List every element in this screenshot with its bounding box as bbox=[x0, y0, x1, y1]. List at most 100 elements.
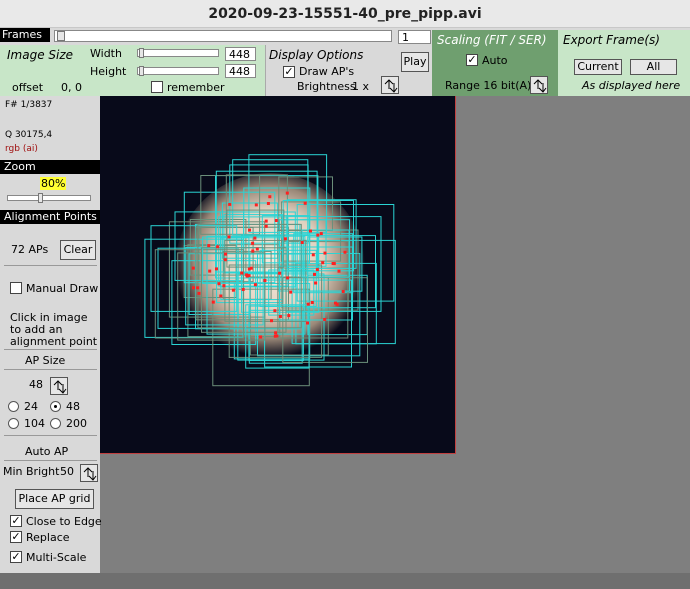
ap-point bbox=[300, 241, 304, 244]
remember-label: remember bbox=[167, 81, 225, 94]
brightness-spinner[interactable] bbox=[381, 76, 399, 94]
ap-point bbox=[231, 288, 235, 292]
place-ap-grid-button[interactable]: Place AP grid bbox=[15, 489, 94, 509]
ap-size-option-24: 24 bbox=[24, 400, 38, 413]
updown-arrows-icon bbox=[533, 79, 547, 93]
width-slider[interactable] bbox=[137, 48, 219, 58]
image-size-title: Image Size bbox=[7, 48, 74, 62]
min-bright-label: Min Bright bbox=[3, 465, 60, 478]
ap-point bbox=[337, 269, 341, 273]
ap-point bbox=[275, 334, 279, 338]
frames-slider-thumb[interactable] bbox=[57, 31, 65, 41]
ap-point bbox=[306, 302, 310, 306]
quality-value: Q 30175,4 bbox=[5, 130, 53, 140]
min-bright-spinner[interactable] bbox=[80, 464, 98, 482]
scaling-auto-checkbox[interactable]: ✓ bbox=[466, 54, 478, 66]
replace-checkbox[interactable]: ✓ bbox=[10, 531, 22, 543]
close-to-edge-label: Close to Edge bbox=[26, 515, 102, 528]
height-slider-thumb[interactable] bbox=[139, 66, 144, 76]
ap-point bbox=[287, 314, 291, 318]
min-bright-value: 50 bbox=[60, 465, 74, 478]
ap-point bbox=[289, 290, 293, 294]
ap-point bbox=[196, 286, 200, 290]
offset-value: 0, 0 bbox=[61, 81, 82, 94]
ap-point bbox=[323, 318, 327, 321]
width-input[interactable]: 448 bbox=[225, 47, 256, 61]
ap-point bbox=[273, 309, 277, 313]
export-all-button[interactable]: All bbox=[630, 59, 677, 75]
ap-point bbox=[254, 203, 258, 207]
play-button[interactable]: Play bbox=[401, 52, 429, 72]
ap-point bbox=[283, 237, 287, 241]
draw-aps-label: Draw AP's bbox=[299, 65, 355, 78]
ap-size-radio-104[interactable] bbox=[8, 418, 19, 429]
ap-point bbox=[216, 245, 220, 249]
ap-size-option-48: 48 bbox=[66, 400, 80, 413]
image-viewport[interactable] bbox=[100, 96, 456, 454]
clear-aps-button[interactable]: Clear bbox=[60, 240, 96, 260]
window-title: 2020-09-23-15551-40_pre_pipp.avi bbox=[0, 0, 690, 28]
zoom-slider[interactable] bbox=[7, 193, 91, 203]
export-title: Export Frame(s) bbox=[563, 33, 660, 47]
ap-point bbox=[228, 202, 232, 206]
ap-point bbox=[310, 301, 314, 304]
ap-point bbox=[343, 250, 347, 254]
ap-point bbox=[192, 286, 195, 290]
manual-draw-checkbox[interactable] bbox=[10, 282, 22, 294]
ap-point bbox=[303, 201, 307, 205]
ap-size-value: 48 bbox=[29, 378, 43, 391]
frames-slider[interactable] bbox=[54, 30, 392, 42]
height-input[interactable]: 448 bbox=[225, 64, 256, 78]
ap-point bbox=[253, 236, 257, 240]
ap-point bbox=[321, 261, 325, 265]
ap-point bbox=[274, 219, 278, 222]
ap-point bbox=[306, 321, 309, 325]
width-label: Width bbox=[90, 47, 122, 60]
ap-point bbox=[223, 258, 227, 262]
ap-size-radio-48[interactable] bbox=[50, 401, 61, 412]
ap-point bbox=[208, 269, 212, 273]
ap-point bbox=[211, 300, 215, 304]
updown-arrows-icon bbox=[83, 467, 97, 481]
ap-point bbox=[217, 282, 221, 286]
separator bbox=[4, 369, 97, 370]
brightness-value: 1 x bbox=[352, 80, 370, 93]
height-slider[interactable] bbox=[137, 66, 219, 76]
ap-size-radio-200[interactable] bbox=[50, 418, 61, 429]
ap-point bbox=[314, 281, 318, 285]
ap-point bbox=[309, 229, 312, 233]
frame-number-input[interactable]: 1 bbox=[398, 30, 431, 44]
range-spinner[interactable] bbox=[530, 76, 548, 94]
ap-point bbox=[319, 232, 323, 236]
frames-label: Frames bbox=[0, 28, 50, 42]
display-options-title: Display Options bbox=[269, 48, 364, 62]
ap-point bbox=[255, 247, 259, 251]
draw-aps-checkbox[interactable]: ✓ bbox=[283, 66, 295, 78]
multi-scale-checkbox[interactable]: ✓ bbox=[10, 551, 22, 563]
ap-size-label: AP Size bbox=[25, 354, 66, 367]
ap-point bbox=[335, 302, 339, 306]
ap-point bbox=[316, 233, 320, 237]
separator bbox=[4, 265, 97, 266]
close-to-edge-checkbox[interactable]: ✓ bbox=[10, 515, 22, 527]
ap-point bbox=[313, 272, 316, 276]
export-current-button[interactable]: Current bbox=[574, 59, 622, 75]
planet-image[interactable] bbox=[100, 96, 455, 453]
ap-point bbox=[264, 224, 268, 228]
zoom-slider-thumb[interactable] bbox=[38, 193, 43, 203]
ap-point bbox=[315, 268, 319, 272]
zoom-header: Zoom bbox=[0, 160, 100, 174]
ap-point bbox=[241, 288, 245, 291]
manual-draw-label: Manual Draw bbox=[26, 282, 99, 295]
ap-point bbox=[311, 253, 315, 257]
multi-scale-label: Multi-Scale bbox=[26, 551, 87, 564]
width-slider-thumb[interactable] bbox=[139, 48, 144, 58]
remember-checkbox[interactable] bbox=[151, 81, 163, 93]
ap-size-spinner[interactable] bbox=[50, 377, 68, 395]
separator bbox=[4, 460, 97, 461]
ap-point bbox=[263, 279, 267, 282]
ap-size-radio-24[interactable] bbox=[8, 401, 19, 412]
ap-count: 72 APs bbox=[11, 243, 49, 256]
export-as-displayed: As displayed here bbox=[582, 79, 681, 92]
ap-point bbox=[224, 252, 227, 256]
